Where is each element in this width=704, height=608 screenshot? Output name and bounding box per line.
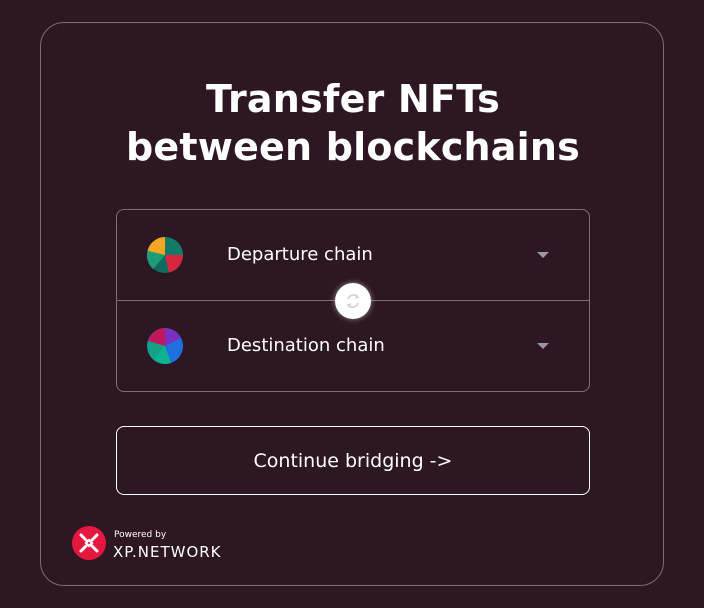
swap-icon xyxy=(346,294,360,308)
swap-chains-button[interactable] xyxy=(335,283,371,319)
title-line-2: between blockchains xyxy=(126,125,580,169)
chevron-down-icon xyxy=(537,252,549,258)
departure-chain-label: Departure chain xyxy=(227,244,373,265)
destination-chain-label: Destination chain xyxy=(227,335,385,356)
continue-bridging-button[interactable]: Continue bridging -> xyxy=(116,426,590,495)
chain-selector: Departure chain Destination chain xyxy=(116,209,590,392)
destination-chain-icon xyxy=(147,328,183,364)
bridge-card: Transfer NFTs between blockchains Depart… xyxy=(40,22,664,586)
powered-by-label: Powered by xyxy=(114,530,167,540)
title-line-1: Transfer NFTs xyxy=(206,77,500,121)
brand-name: XP.NETWORK xyxy=(113,543,222,561)
chevron-down-icon xyxy=(537,343,549,349)
departure-chain-icon xyxy=(147,237,183,273)
xp-network-logo-icon xyxy=(72,526,106,560)
page-title: Transfer NFTs between blockchains xyxy=(41,75,665,171)
